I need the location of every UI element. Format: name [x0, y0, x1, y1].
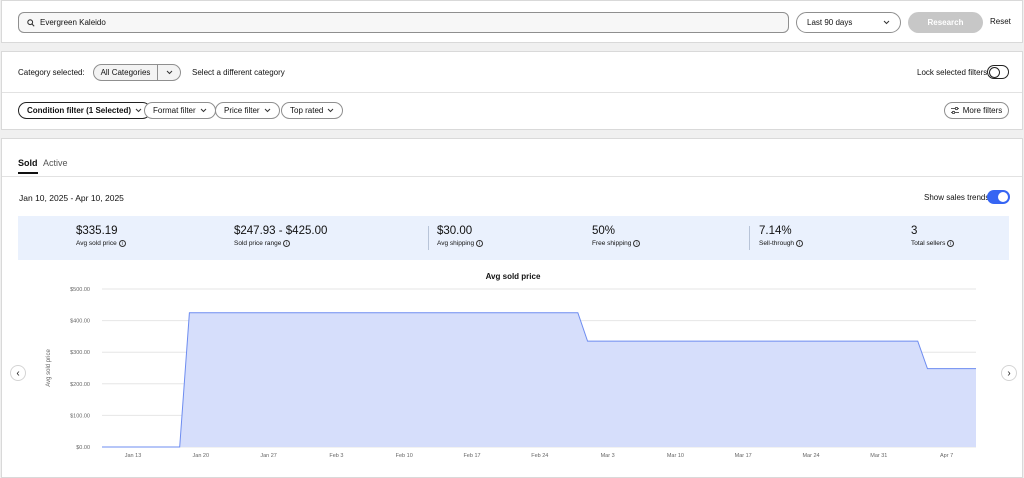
y-tick-label: $500.00 [70, 287, 90, 293]
date-range-select[interactable]: Last 90 days [796, 12, 901, 33]
x-tick-label: Feb 24 [531, 453, 548, 459]
category-pill[interactable]: All Categories [93, 64, 181, 81]
info-icon[interactable]: i [476, 240, 484, 247]
x-tick-label: Mar 31 [870, 453, 887, 459]
filter-sliders-icon [950, 107, 959, 114]
chevron-down-icon [264, 108, 270, 113]
stat-label: Sold price range [234, 240, 282, 247]
filter-panel: Category selected: All Categories Select… [1, 51, 1023, 130]
y-tick-label: $300.00 [70, 350, 90, 356]
info-icon[interactable]: i [947, 240, 955, 247]
date-range-text: Jan 10, 2025 - Apr 10, 2025 [19, 193, 124, 203]
stats-bar: $335.19 Avg sold price i $247.93 - $425.0… [18, 216, 1009, 260]
top-rated-chip[interactable]: Top rated [281, 102, 344, 119]
tab-active[interactable]: Active [43, 158, 68, 168]
search-icon [27, 18, 35, 27]
date-range-select-label: Last 90 days [807, 18, 853, 27]
chevron-down-icon[interactable] [158, 65, 180, 80]
format-filter-chip[interactable]: Format filter [144, 102, 216, 119]
stat-label: Total sellers [911, 240, 946, 247]
lock-filters-toggle[interactable] [987, 65, 1009, 79]
select-category-link[interactable]: Select a different category [192, 68, 285, 77]
stat-value: 50% [592, 225, 616, 237]
stat-free-shipping: 50% Free shipping i [592, 225, 641, 247]
chevron-down-icon [135, 108, 142, 113]
search-input[interactable]: Evergreen Kaleido [18, 12, 789, 33]
stat-avg-sold-price: $335.19 Avg sold price i [76, 225, 126, 247]
x-tick-label: Mar 3 [601, 453, 615, 459]
info-icon[interactable]: i [283, 240, 291, 247]
x-tick-label: Mar 24 [802, 453, 819, 459]
divider [2, 92, 1022, 93]
stat-label: Avg sold price [76, 240, 117, 247]
stat-divider [428, 226, 429, 250]
info-icon[interactable]: i [118, 240, 126, 247]
series-area [102, 312, 976, 447]
stat-avg-shipping: $30.00 Avg shipping i [437, 225, 484, 247]
x-tick-label: Mar 10 [667, 453, 684, 459]
stat-total-sellers: 3 Total sellers i [911, 225, 955, 247]
condition-filter-chip[interactable]: Condition filter (1 Selected) [18, 102, 152, 119]
sales-trends-label: Show sales trends [924, 193, 990, 202]
x-tick-label: Apr 7 [940, 453, 953, 459]
chevron-down-icon [883, 20, 890, 25]
info-icon[interactable]: i [633, 240, 641, 247]
x-tick-label: Jan 27 [260, 453, 277, 459]
stat-label: Avg shipping [437, 240, 475, 247]
top-rated-label: Top rated [290, 106, 324, 115]
divider [2, 176, 1022, 177]
y-tick-label: $200.00 [70, 382, 90, 388]
reset-button[interactable]: Reset [990, 17, 1011, 26]
y-tick-label: $0.00 [76, 445, 90, 451]
research-button[interactable]: Research [908, 12, 983, 33]
format-filter-label: Format filter [153, 106, 196, 115]
stat-value: $335.19 [76, 225, 118, 237]
stat-price-range: $247.93 - $425.00 Sold price range i [234, 225, 327, 247]
lock-filters-label: Lock selected filters [917, 68, 988, 77]
price-filter-label: Price filter [224, 106, 260, 115]
x-tick-label: Jan 13 [125, 453, 142, 459]
stat-sell-through: 7.14% Sell-through i [759, 225, 804, 247]
y-tick-label: $400.00 [70, 319, 90, 325]
y-tick-label: $100.00 [70, 413, 90, 419]
info-icon[interactable]: i [796, 240, 804, 247]
category-selected-value[interactable]: All Categories [94, 65, 158, 80]
search-query-text: Evergreen Kaleido [40, 18, 106, 27]
sales-trends-toggle[interactable] [987, 190, 1010, 204]
x-tick-label: Feb 17 [463, 453, 480, 459]
x-tick-label: Feb 3 [329, 453, 343, 459]
y-axis-label: Avg sold price [46, 349, 52, 387]
category-selected-label: Category selected: [18, 68, 85, 77]
chevron-down-icon [200, 108, 207, 113]
x-tick-label: Feb 10 [396, 453, 413, 459]
condition-filter-label: Condition filter (1 Selected) [27, 106, 132, 115]
stat-label: Free shipping [592, 240, 632, 247]
x-tick-label: Jan 20 [193, 453, 210, 459]
stat-value: 7.14% [759, 225, 792, 237]
avg-sold-price-chart: $0.00 $100.00 $200.00 $300.00 $400.00 $500.00… [46, 287, 976, 459]
stat-value: $247.93 - $425.00 [234, 225, 328, 237]
more-filters-button[interactable]: More filters [944, 102, 1009, 119]
results-panel: Sold Active Jan 10, 2025 - Apr 10, 2025 … [1, 138, 1023, 478]
chevron-down-icon [328, 108, 334, 113]
x-tick-label: Mar 17 [735, 453, 752, 459]
stat-value: 3 [911, 225, 918, 237]
stat-value: $30.00 [437, 225, 473, 237]
stat-divider [749, 226, 750, 250]
more-filters-label: More filters [962, 106, 1003, 115]
tab-sold[interactable]: Sold [18, 158, 38, 174]
stat-label: Sell-through [759, 240, 795, 247]
price-filter-chip[interactable]: Price filter [215, 102, 280, 119]
search-bar-panel: Evergreen Kaleido Last 90 days Research … [1, 0, 1023, 43]
